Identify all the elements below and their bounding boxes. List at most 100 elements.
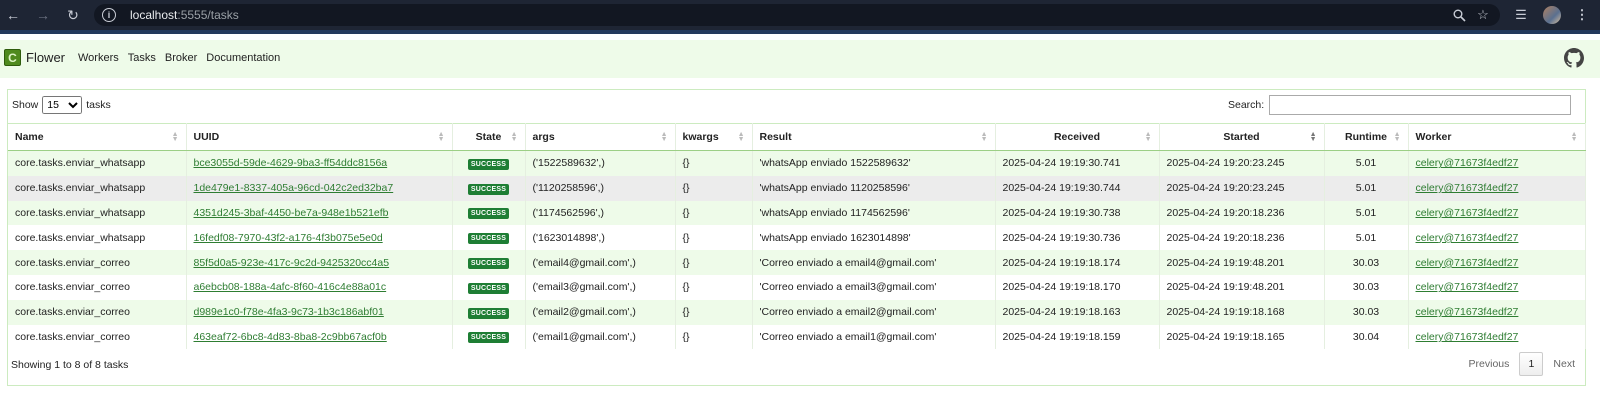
task-received: 2025-04-24 19:19:30.741 (995, 150, 1160, 176)
task-uuid-link[interactable]: 85f5d0a5-923e-417c-9c2d-9425320cc4a5 (194, 257, 390, 269)
browser-toolbar: ← → ↻ i localhost:5555/tasks ☆ ☰ ⋮ (0, 0, 1600, 34)
task-name: core.tasks.enviar_whatsapp (8, 200, 187, 226)
column-header-runtime[interactable]: Runtime ▲ ▼ (1324, 123, 1409, 151)
column-header-uuid[interactable]: UUID ▲ ▼ (186, 123, 453, 151)
nav-link-tasks[interactable]: Tasks (128, 52, 156, 64)
task-state-cell: SUCCESS (452, 225, 526, 251)
table-row[interactable]: core.tasks.enviar_correo 85f5d0a5-923e-41… (8, 250, 1586, 275)
task-worker-link[interactable]: celery@71673f4edf27 (1416, 306, 1519, 318)
task-kwargs: {} (675, 250, 753, 275)
table-row[interactable]: core.tasks.enviar_whatsapp 16fedf08-7970-… (8, 225, 1586, 251)
page-1-button[interactable]: 1 (1519, 352, 1544, 376)
column-header-worker[interactable]: Worker ▲ ▼ (1408, 123, 1586, 151)
sort-icon: ▲ ▼ (510, 131, 518, 143)
address-bar[interactable]: i localhost:5555/tasks ☆ (94, 4, 1500, 26)
task-state-cell: SUCCESS (452, 274, 526, 300)
task-kwargs: {} (675, 299, 753, 325)
task-started: 2025-04-24 19:20:23.245 (1159, 175, 1325, 201)
brand[interactable]: C Flower (4, 49, 65, 66)
task-uuid-link[interactable]: a6ebcb08-188a-4afc-8f60-416c4e88a01c (194, 281, 387, 293)
task-worker-cell: celery@71673f4edf27 (1408, 299, 1586, 325)
task-uuid-link[interactable]: 1de479e1-8337-405a-96cd-042c2ed32ba7 (194, 182, 394, 194)
kebab-menu-icon[interactable]: ⋮ (1572, 5, 1592, 25)
task-uuid-link[interactable]: d989e1c0-f78e-4fa3-9c73-1b3c186abf01 (194, 306, 384, 318)
task-uuid-cell: 4351d245-3baf-4450-be7a-948e1b521efb (186, 200, 453, 226)
table-row[interactable]: core.tasks.enviar_whatsapp bce3055d-59de-… (8, 150, 1586, 176)
column-header-args[interactable]: args ▲ ▼ (525, 123, 676, 151)
column-header-kwargs[interactable]: kwargs ▲ ▼ (675, 123, 753, 151)
site-info-icon[interactable]: i (102, 8, 116, 22)
task-result: 'whatsApp enviado 1174562596' (752, 200, 996, 226)
task-worker-link[interactable]: celery@71673f4edf27 (1416, 182, 1519, 194)
table-row[interactable]: core.tasks.enviar_correo a6ebcb08-188a-4a… (8, 274, 1586, 300)
sort-icon: ▲ ▼ (1144, 131, 1152, 143)
task-result: 'Correo enviado a email4@gmail.com' (752, 250, 996, 275)
column-header-state[interactable]: State ▲ ▼ (452, 123, 526, 151)
column-header-received[interactable]: Received ▲ ▼ (995, 123, 1160, 151)
task-args: ('1623014898',) (525, 225, 676, 251)
zoom-icon[interactable] (1450, 6, 1468, 24)
back-arrow-icon[interactable]: ← (2, 0, 24, 30)
table-row[interactable]: core.tasks.enviar_whatsapp 4351d245-3baf-… (8, 200, 1586, 226)
task-worker-link[interactable]: celery@71673f4edf27 (1416, 281, 1519, 293)
status-badge: SUCCESS (467, 307, 510, 319)
reload-icon[interactable]: ↻ (62, 0, 84, 30)
table-info: Showing 1 to 8 of 8 tasks (11, 359, 129, 371)
column-header-name[interactable]: Name ▲ ▼ (8, 123, 187, 151)
task-name: core.tasks.enviar_correo (8, 299, 187, 325)
task-started: 2025-04-24 19:19:18.168 (1159, 299, 1325, 325)
task-state-cell: SUCCESS (452, 150, 526, 176)
address-url[interactable]: localhost:5555/tasks (130, 8, 239, 22)
avatar[interactable] (1542, 5, 1562, 25)
flower-logo-icon: C (4, 49, 21, 66)
column-header-result[interactable]: Result ▲ ▼ (752, 123, 996, 151)
tasks-panel: Show 10152550100 tasks Search: Name▲▼ UU… (7, 89, 1586, 386)
sort-icon: ▲ ▼ (437, 131, 445, 143)
task-args: ('1174562596',) (525, 200, 676, 226)
task-worker-link[interactable]: celery@71673f4edf27 (1416, 207, 1519, 219)
task-runtime: 5.01 (1324, 150, 1409, 176)
table-row[interactable]: core.tasks.enviar_correo 463eaf72-6bc8-4d… (8, 324, 1586, 350)
task-result: 'whatsApp enviado 1120258596' (752, 175, 996, 201)
column-header-started[interactable]: Started ▲ ▼ (1159, 123, 1325, 151)
task-runtime: 5.01 (1324, 225, 1409, 251)
search-input[interactable] (1269, 95, 1572, 115)
task-uuid-cell: 85f5d0a5-923e-417c-9c2d-9425320cc4a5 (186, 250, 453, 275)
next-page-button[interactable]: Next (1543, 358, 1585, 370)
table-row[interactable]: core.tasks.enviar_whatsapp 1de479e1-8337-… (8, 175, 1586, 201)
task-uuid-link[interactable]: bce3055d-59de-4629-9ba3-ff54ddc8156a (194, 157, 388, 169)
task-state-cell: SUCCESS (452, 250, 526, 275)
task-received: 2025-04-24 19:19:30.744 (995, 175, 1160, 201)
github-icon[interactable] (1564, 48, 1584, 68)
task-uuid-cell: bce3055d-59de-4629-9ba3-ff54ddc8156a (186, 150, 453, 176)
task-kwargs: {} (675, 225, 753, 251)
task-result: 'Correo enviado a email1@gmail.com' (752, 324, 996, 350)
nav-link-workers[interactable]: Workers (78, 52, 119, 64)
reading-list-icon[interactable]: ☰ (1511, 5, 1531, 25)
task-worker-cell: celery@71673f4edf27 (1408, 150, 1586, 176)
task-uuid-link[interactable]: 463eaf72-6bc8-4d83-8ba8-2c9bb67acf0b (194, 331, 387, 343)
task-worker-link[interactable]: celery@71673f4edf27 (1416, 257, 1519, 269)
nav-link-broker[interactable]: Broker (165, 52, 197, 64)
task-uuid-link[interactable]: 16fedf08-7970-43f2-a176-4f3b075e5e0d (194, 232, 383, 244)
bookmark-star-icon[interactable]: ☆ (1474, 6, 1492, 24)
task-started: 2025-04-24 19:20:18.236 (1159, 200, 1325, 226)
task-worker-link[interactable]: celery@71673f4edf27 (1416, 331, 1519, 343)
nav-link-documentation[interactable]: Documentation (206, 52, 280, 64)
task-uuid-cell: 1de479e1-8337-405a-96cd-042c2ed32ba7 (186, 175, 453, 201)
page-size-select[interactable]: 10152550100 (42, 96, 83, 114)
show-label: Show (12, 99, 39, 111)
forward-arrow-icon[interactable]: → (32, 0, 54, 30)
task-uuid-cell: 463eaf72-6bc8-4d83-8ba8-2c9bb67acf0b (186, 324, 453, 350)
task-result: 'whatsApp enviado 1522589632' (752, 150, 996, 176)
task-received: 2025-04-24 19:19:18.163 (995, 299, 1160, 325)
task-received: 2025-04-24 19:19:18.159 (995, 324, 1160, 350)
previous-page-button[interactable]: Previous (1459, 358, 1520, 370)
task-worker-link[interactable]: celery@71673f4edf27 (1416, 157, 1519, 169)
page-size-control: Show 10152550100 tasks (12, 96, 111, 114)
task-uuid-link[interactable]: 4351d245-3baf-4450-be7a-948e1b521efb (194, 207, 389, 219)
table-row[interactable]: core.tasks.enviar_correo d989e1c0-f78e-4f… (8, 299, 1586, 325)
task-worker-link[interactable]: celery@71673f4edf27 (1416, 232, 1519, 244)
tasks-table: Name ▲ ▼ UUID ▲ ▼ State ▲ ▼ args ▲ ▼ kwargs ▲ ▼ Re… (8, 123, 1586, 350)
task-kwargs: {} (675, 274, 753, 300)
